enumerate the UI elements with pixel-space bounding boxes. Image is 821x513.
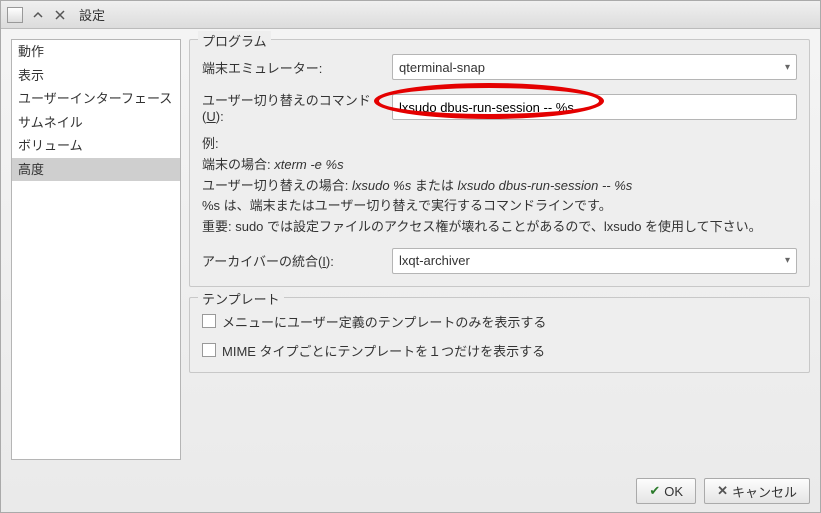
check-icon: ✔ [649,483,660,499]
cancel-button[interactable]: ✕ キャンセル [704,478,810,504]
ok-button[interactable]: ✔ OK [636,478,696,504]
help-text: 例: 端末の場合: xterm -e %s ユーザー切り替えの場合: lxsud… [202,134,797,238]
checkbox-one-per-mime[interactable]: MIME タイプごとにテンプレートを１つだけを表示する [202,341,797,360]
window-icon [7,7,23,23]
terminal-combo[interactable]: qterminal-snap ▾ [392,54,797,80]
terminal-combo-value: qterminal-snap [399,60,485,75]
sidebar-item-behavior[interactable]: 動作 [12,40,180,64]
switch-command-label: ユーザー切り替えのコマンド(U): [202,90,392,124]
group-templates-legend: テンプレート [198,289,284,308]
checkbox-icon [202,314,216,328]
sidebar-item-thumbnail[interactable]: サムネイル [12,111,180,135]
chevron-down-icon: ▾ [785,255,790,266]
archiver-combo[interactable]: lxqt-archiver ▾ [392,248,797,274]
row-switch-command: ユーザー切り替えのコマンド(U): [202,90,797,124]
group-templates: テンプレート メニューにユーザー定義のテンプレートのみを表示する MIME タイ… [189,297,810,373]
sidebar-item-advanced[interactable]: 高度 [12,158,180,182]
checkbox-user-templates-only[interactable]: メニューにユーザー定義のテンプレートのみを表示する [202,312,797,331]
sidebar-item-display[interactable]: 表示 [12,64,180,88]
row-terminal: 端末エミュレーター: qterminal-snap ▾ [202,54,797,80]
archiver-combo-value: lxqt-archiver [399,253,470,268]
titlebar: 設定 [1,1,820,29]
terminal-label: 端末エミュレーター: [202,58,392,77]
settings-window: 設定 動作 表示 ユーザーインターフェース サムネイル ボリューム 高度 プログ… [0,0,821,513]
archiver-label: アーカイバーの統合(I): [202,251,392,270]
row-archiver: アーカイバーの統合(I): lxqt-archiver ▾ [202,248,797,274]
shade-button[interactable] [31,8,45,22]
checkbox-label: MIME タイプごとにテンプレートを１つだけを表示する [222,341,545,360]
content-panel: プログラム 端末エミュレーター: qterminal-snap ▾ ユーザー切り… [189,39,810,460]
switch-command-input[interactable] [392,94,797,120]
close-icon[interactable] [53,8,67,22]
checkbox-label: メニューにユーザー定義のテンプレートのみを表示する [222,312,546,331]
group-programs-legend: プログラム [198,31,271,50]
group-programs: プログラム 端末エミュレーター: qterminal-snap ▾ ユーザー切り… [189,39,810,287]
sidebar-item-ui[interactable]: ユーザーインターフェース [12,87,180,111]
main-area: 動作 表示 ユーザーインターフェース サムネイル ボリューム 高度 プログラム … [1,29,820,470]
close-icon: ✕ [717,483,728,499]
chevron-down-icon: ▾ [785,62,790,73]
sidebar-item-volume[interactable]: ボリューム [12,134,180,158]
category-sidebar: 動作 表示 ユーザーインターフェース サムネイル ボリューム 高度 [11,39,181,460]
button-bar: ✔ OK ✕ キャンセル [1,470,820,512]
window-title: 設定 [79,5,105,24]
checkbox-icon [202,343,216,357]
